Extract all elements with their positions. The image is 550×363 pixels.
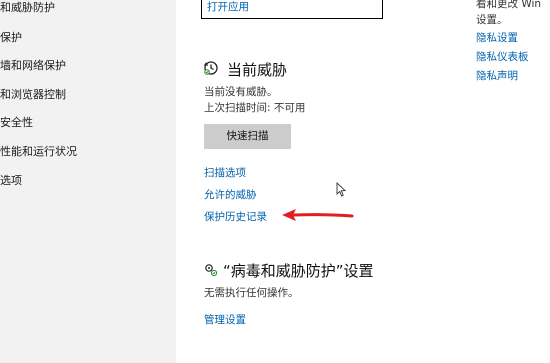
privacy-settings-link[interactable]: 隐私设置 — [476, 30, 518, 45]
threat-history-icon — [203, 60, 219, 80]
protection-history-link[interactable]: 保护历史记录 — [204, 209, 267, 224]
scan-options-link[interactable]: 扫描选项 — [204, 165, 246, 180]
sidebar-item-firewall-network[interactable]: 墙和网络保护 — [0, 56, 66, 76]
privacy-statement-link[interactable]: 隐私声明 — [476, 68, 518, 83]
mouse-cursor-icon — [336, 182, 346, 197]
sidebar-item-device-security[interactable]: 安全性 — [0, 113, 33, 133]
sidebar-item-account-protection[interactable]: 保护 — [0, 28, 22, 48]
right-panel: 看和更改 Win 设置。 隐私设置 隐私仪表板 隐私声明 — [446, 0, 550, 363]
open-app-link[interactable]: 打开应用 — [207, 0, 249, 14]
sidebar-item-virus-threat-protection[interactable]: 和威胁防护 — [0, 0, 55, 18]
privacy-description-line1: 看和更改 Win — [476, 0, 542, 10]
sidebar-item-family-options[interactable]: 选项 — [0, 171, 22, 191]
last-scan-text: 上次扫描时间: 不可用 — [204, 102, 306, 114]
settings-gear-icon — [204, 262, 218, 281]
sidebar-item-app-browser-control[interactable]: 和浏览器控制 — [0, 85, 66, 105]
manage-settings-link[interactable]: 管理设置 — [204, 312, 246, 327]
quick-scan-button[interactable]: 快速扫描 — [204, 124, 291, 149]
allowed-threats-link[interactable]: 允许的威胁 — [204, 187, 257, 202]
open-app-panel: 打开应用 — [201, 0, 383, 19]
current-threats-title: 当前威胁 — [227, 61, 288, 79]
main-content: 打开应用 当前威胁 当前没有威胁。 上次扫描时间: 不可用 快速扫描 扫描选项 … — [176, 0, 446, 363]
sidebar-item-device-performance[interactable]: 性能和运行状况 — [0, 142, 77, 162]
virus-protection-settings-title: “病毒和威胁防护”设置 — [223, 262, 374, 280]
annotation-arrow-icon — [282, 209, 354, 221]
privacy-dashboard-link[interactable]: 隐私仪表板 — [476, 49, 529, 64]
privacy-description-line2: 设置。 — [476, 14, 508, 26]
threats-status-text: 当前没有威胁。 — [204, 86, 278, 98]
settings-status-text: 无需执行任何操作。 — [204, 287, 299, 299]
sidebar: 和威胁防护 保护 墙和网络保护 和浏览器控制 安全性 性能和运行状况 选项 — [0, 0, 176, 363]
